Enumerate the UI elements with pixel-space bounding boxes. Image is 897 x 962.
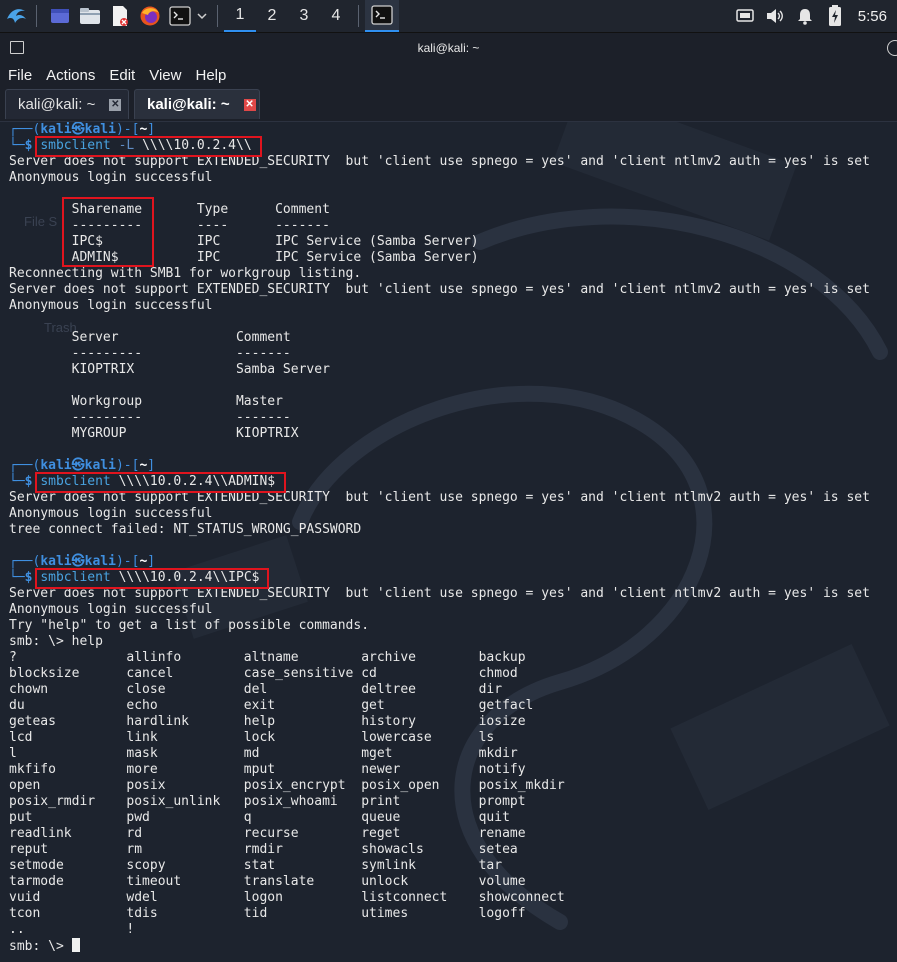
menu-file[interactable]: File: [2, 67, 38, 84]
prompt-user: kali: [40, 458, 72, 473]
prompt-user: kali: [40, 554, 72, 569]
prompt-at: ㉿: [71, 122, 85, 137]
output-line: readlink rd recurse reget rename: [9, 826, 526, 841]
tab-close-icon[interactable]: ✕: [243, 98, 256, 111]
menu-bar: File Actions Edit View Help: [0, 63, 897, 87]
highlight-box-command-1: [35, 136, 262, 157]
output-line: put pwd q queue quit: [9, 810, 510, 825]
show-desktop-icon[interactable]: [47, 3, 73, 29]
file-manager-icon[interactable]: [77, 3, 103, 29]
prompt-user: kali: [40, 122, 72, 137]
volume-icon[interactable]: [760, 0, 790, 32]
system-tray: 5:56: [730, 0, 897, 32]
kali-menu-icon[interactable]: [4, 3, 30, 29]
window-title: kali@kali: ~: [417, 41, 480, 55]
output-line: Server does not support EXTENDED_SECURIT…: [9, 282, 870, 297]
text-cursor: [71, 938, 80, 952]
output-line: Anonymous login successful: [9, 506, 213, 521]
firefox-icon[interactable]: [137, 3, 163, 29]
highlight-box-command-3: [35, 568, 269, 589]
workspace-4-button[interactable]: 4: [320, 0, 352, 32]
top-panel: 1 2 3 4 5:56: [0, 0, 897, 33]
output-line: smb: \> help: [9, 634, 103, 649]
output-line: --------- -------: [9, 346, 291, 361]
command-output-2: Server does not support EXTENDED_SECURIT…: [9, 490, 870, 554]
output-line: Anonymous login successful: [9, 298, 213, 313]
highlight-box-command-2: [35, 472, 286, 493]
smb-prompt-line[interactable]: smb: \>: [9, 938, 870, 954]
terminal-tab-2[interactable]: kali@kali: ~ ✕: [134, 89, 260, 119]
smb-prompt: smb: \>: [9, 939, 72, 954]
output-line: open posix posix_encrypt posix_open posi…: [9, 778, 565, 793]
output-line: .. !: [9, 922, 135, 937]
output-line: Try "help" to get a list of possible com…: [9, 618, 370, 633]
output-line: posix_rmdir posix_unlink posix_whoami pr…: [9, 794, 526, 809]
output-line: setmode scopy stat symlink tar: [9, 858, 503, 873]
battery-charging-icon[interactable]: [820, 0, 850, 32]
menu-view[interactable]: View: [143, 67, 187, 84]
notifications-bell-icon[interactable]: [790, 0, 820, 32]
display-icon[interactable]: [730, 0, 760, 32]
highlight-box-sharenames: [62, 197, 154, 267]
output-line: geteas hardlink help history iosize: [9, 714, 526, 729]
window-control-icon[interactable]: [887, 40, 897, 56]
menu-actions[interactable]: Actions: [40, 67, 101, 84]
output-line: du echo exit get getfacl: [9, 698, 534, 713]
terminal-output[interactable]: File S Trash ┌──(kali㉿kali)-[~] └─$ smbc…: [0, 122, 897, 962]
panel-separator: [36, 5, 37, 27]
output-line: tree connect failed: NT_STATUS_WRONG_PAS…: [9, 522, 362, 537]
command-output-3: Server does not support EXTENDED_SECURIT…: [9, 586, 870, 938]
workspace-2-button[interactable]: 2: [256, 0, 288, 32]
panel-separator: [217, 5, 218, 27]
menu-edit[interactable]: Edit: [103, 67, 141, 84]
output-line: lcd link lock lowercase ls: [9, 730, 495, 745]
window-titlebar[interactable]: kali@kali: ~: [0, 33, 897, 63]
output-line: --------- -------: [9, 410, 291, 425]
menu-help[interactable]: Help: [189, 67, 232, 84]
prompt-at: ㉿: [71, 554, 85, 569]
output-line: mkfifo more mput newer notify: [9, 762, 526, 777]
terminal-window-button[interactable]: [365, 0, 399, 32]
output-line: tarmode timeout translate unlock volume: [9, 874, 526, 889]
output-line: Anonymous login successful: [9, 602, 213, 617]
terminal-launcher-icon[interactable]: [167, 3, 193, 29]
output-line: reput rm rmdir showacls setea: [9, 842, 518, 857]
output-line: tcon tdis tid utimes logoff: [9, 906, 526, 921]
text-editor-icon[interactable]: [107, 3, 133, 29]
output-line: ? allinfo altname archive backup: [9, 650, 526, 665]
output-line: chown close del deltree dir: [9, 682, 503, 697]
tab-label: kali@kali: ~: [18, 96, 96, 113]
output-line: Server Comment: [9, 330, 291, 345]
output-line: Anonymous login successful: [9, 170, 213, 185]
output-line: KIOPTRIX Samba Server: [9, 362, 330, 377]
prompt-host: kali: [84, 458, 116, 473]
output-line: Reconnecting with SMB1 for workgroup lis…: [9, 266, 362, 281]
workspace-3-button[interactable]: 3: [288, 0, 320, 32]
tab-close-icon[interactable]: ✕: [109, 98, 122, 111]
output-line: l mask md mget mkdir: [9, 746, 518, 761]
chevron-down-icon[interactable]: [195, 3, 209, 29]
clock[interactable]: 5:56: [858, 8, 887, 25]
workspace-1-button[interactable]: 1: [224, 0, 256, 32]
prompt-host: kali: [84, 122, 116, 137]
output-line: Workgroup Master: [9, 394, 283, 409]
panel-separator: [358, 5, 359, 27]
tab-bar: kali@kali: ~ ✕ kali@kali: ~ ✕: [0, 87, 897, 122]
prompt-host: kali: [84, 554, 116, 569]
output-line: vuid wdel logon listconnect showconnect: [9, 890, 565, 905]
output-line: blocksize cancel case_sensitive cd chmod: [9, 666, 518, 681]
prompt-at: ㉿: [71, 458, 85, 473]
output-line: MYGROUP KIOPTRIX: [9, 426, 299, 441]
terminal-tab-1[interactable]: kali@kali: ~ ✕: [5, 89, 129, 119]
tab-label: kali@kali: ~: [147, 96, 230, 113]
